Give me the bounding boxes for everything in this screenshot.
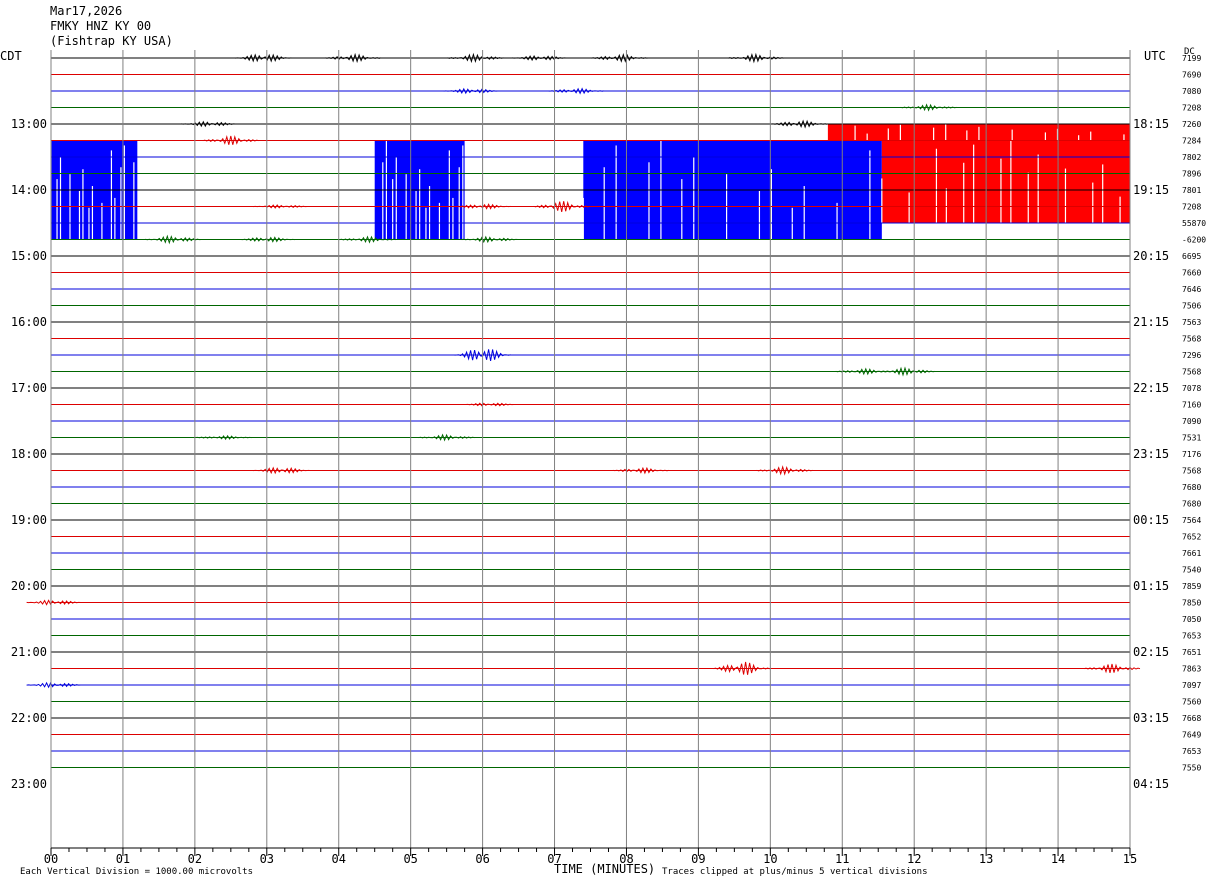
dc-offset-label: 7176 — [1182, 450, 1201, 459]
dc-offset-label: 7568 — [1182, 467, 1201, 476]
left-hour-label: 14:00 — [11, 183, 47, 197]
dc-offset-label: 7653 — [1182, 747, 1201, 756]
dc-offset-label: 7668 — [1182, 714, 1201, 723]
dc-offset-label: 7260 — [1182, 120, 1201, 129]
x-tick-label-10: 10 — [763, 852, 777, 866]
left-hour-label: 19:00 — [11, 513, 47, 527]
dc-offset-label: 7863 — [1182, 665, 1201, 674]
x-tick-label-13: 13 — [979, 852, 993, 866]
dc-offset-label: 7080 — [1182, 87, 1201, 96]
x-tick-label-01: 01 — [116, 852, 130, 866]
right-hour-label: 22:15 — [1133, 381, 1169, 395]
left-hour-label: 23:00 — [11, 777, 47, 791]
event-wiggle-28 — [26, 599, 83, 606]
dc-offset-label: 7208 — [1182, 104, 1201, 113]
dc-offset-label: -6200 — [1182, 236, 1206, 245]
dc-offset-label: 7568 — [1182, 335, 1201, 344]
right-hour-label: 21:15 — [1133, 315, 1169, 329]
right-hour-label: 03:15 — [1133, 711, 1169, 725]
dc-offset-label: 7550 — [1182, 764, 1201, 773]
dc-offset-label: 7680 — [1182, 500, 1201, 509]
dc-offset-label: 7078 — [1182, 384, 1201, 393]
dc-offset-label: 7208 — [1182, 203, 1201, 212]
dc-offset-label: 7540 — [1182, 566, 1201, 575]
dc-offset-label: 7199 — [1182, 54, 1201, 63]
left-hour-label: 13:00 — [11, 117, 47, 131]
dc-offset-label: 7660 — [1182, 269, 1201, 278]
x-tick-label-11: 11 — [835, 852, 849, 866]
dc-offset-label: 7564 — [1182, 516, 1201, 525]
left-hour-label: 16:00 — [11, 315, 47, 329]
x-tick-label-14: 14 — [1051, 852, 1065, 866]
event-wiggle-0 — [235, 53, 292, 63]
dc-offset-label: 7859 — [1182, 582, 1201, 591]
clipped-blocks-layer — [50, 124, 1130, 240]
x-tick-label-00: 00 — [44, 852, 58, 866]
dc-offset-label: 7506 — [1182, 302, 1201, 311]
dc-offset-label: 7284 — [1182, 137, 1201, 146]
right-hour-label: 20:15 — [1133, 249, 1169, 263]
event-wiggle-22 — [461, 402, 518, 407]
left-hour-label: 20:00 — [11, 579, 47, 593]
x-tick-label-06: 06 — [475, 852, 489, 866]
left-hour-label: 15:00 — [11, 249, 47, 263]
dc-offset-label: 7296 — [1182, 351, 1201, 360]
dc-offset-label: 7050 — [1182, 615, 1201, 624]
right-hour-label: 00:15 — [1133, 513, 1169, 527]
dc-offset-label: 7680 — [1182, 483, 1201, 492]
x-tick-label-03: 03 — [260, 852, 274, 866]
right-hour-label: 23:15 — [1133, 447, 1169, 461]
right-hour-label: 18:15 — [1133, 117, 1169, 131]
dc-offset-label: 7097 — [1182, 681, 1201, 690]
dc-offset-label: 7646 — [1182, 285, 1201, 294]
dc-offset-label: 7160 — [1182, 401, 1201, 410]
dc-offset-label: 7563 — [1182, 318, 1201, 327]
x-tick-label-05: 05 — [403, 852, 417, 866]
x-tick-label-12: 12 — [907, 852, 921, 866]
x-tick-label-09: 09 — [691, 852, 705, 866]
left-hour-label: 17:00 — [11, 381, 47, 395]
helicorder-plot: 00 01 02 03 04 05 06 07 08 09 10 11 12 13 14 15 13:0014… — [11, 50, 1206, 866]
right-hour-label: 04:15 — [1133, 777, 1169, 791]
dc-offsets-layer: 7199 7690 7080 7208 7260 7284 7802 7896 7801 7208… — [1182, 54, 1206, 773]
left-hour-label: 21:00 — [11, 645, 47, 659]
dc-offset-label: 7651 — [1182, 648, 1201, 657]
right-hour-label: 19:15 — [1133, 183, 1169, 197]
dc-offset-label: 7649 — [1182, 731, 1201, 740]
scale-note: Each Vertical Division = 1000.00 microvo… — [20, 867, 253, 877]
right-hour-label: 02:15 — [1133, 645, 1169, 659]
dc-offset-label: 55870 — [1182, 219, 1206, 228]
clip-note: Traces clipped at plus/minus 5 vertical … — [662, 867, 928, 877]
dc-offset-label: 7896 — [1182, 170, 1201, 179]
dc-offset-label: 7661 — [1182, 549, 1201, 558]
event-wiggle-3 — [512, 55, 569, 62]
x-tick-label-04: 04 — [332, 852, 346, 866]
dc-offset-label: 7801 — [1182, 186, 1201, 195]
event-wiggle-25 — [253, 466, 310, 475]
right-hour-label: 01:15 — [1133, 579, 1169, 593]
dc-offset-label: 7653 — [1182, 632, 1201, 641]
left-hour-label: 22:00 — [11, 711, 47, 725]
dc-offset-label: 7531 — [1182, 434, 1201, 443]
left-hour-label: 18:00 — [11, 447, 47, 461]
dc-offset-label: 7850 — [1182, 599, 1201, 608]
x-tick-label-15: 15 — [1123, 852, 1137, 866]
dc-offset-label: 7090 — [1182, 417, 1201, 426]
x-tick-label-02: 02 — [188, 852, 202, 866]
dc-offset-label: 7690 — [1182, 71, 1201, 80]
dc-offset-label: 7560 — [1182, 698, 1201, 707]
dc-offset-label: 7802 — [1182, 153, 1201, 162]
x-axis-title: TIME (MINUTES) — [554, 862, 656, 876]
dc-offset-label: 6695 — [1182, 252, 1201, 261]
dc-offset-label: 7652 — [1182, 533, 1201, 542]
dc-offset-label: 7568 — [1182, 368, 1201, 377]
